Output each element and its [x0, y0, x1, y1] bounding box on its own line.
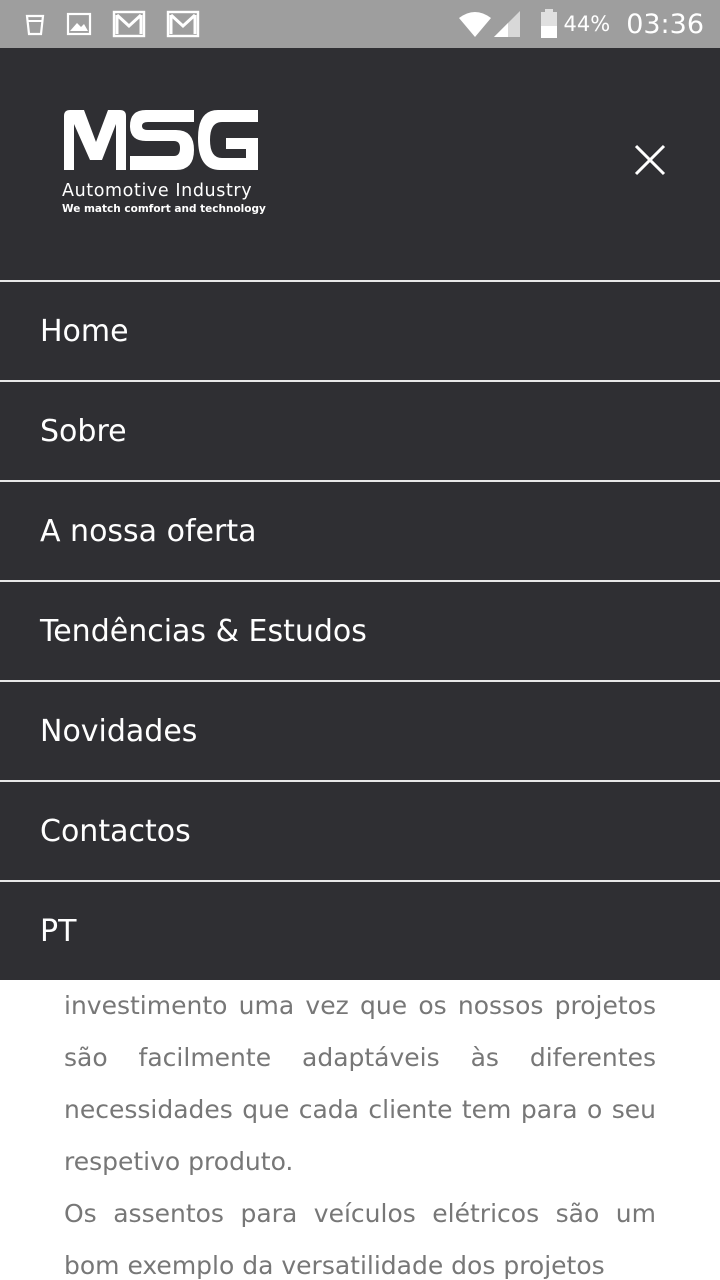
- menu-item-tendencias[interactable]: Tendências & Estudos: [0, 580, 720, 680]
- menu-item-home[interactable]: Home: [0, 280, 720, 380]
- menu-item-oferta[interactable]: A nossa oferta: [0, 480, 720, 580]
- cup-icon: [24, 12, 46, 36]
- menu-item-language[interactable]: PT: [0, 880, 720, 980]
- status-bar: 44% 03:36: [0, 0, 720, 48]
- notification-icons: [0, 10, 200, 38]
- menu-list: Home Sobre A nossa oferta Tendências & E…: [0, 280, 720, 980]
- close-icon: [634, 144, 666, 176]
- signal-icon: [492, 10, 522, 38]
- menu-item-sobre[interactable]: Sobre: [0, 380, 720, 480]
- image-icon: [66, 12, 92, 36]
- battery-percent: 44%: [563, 12, 611, 36]
- msg-logo-mark: [64, 110, 258, 170]
- clock: 03:36: [626, 8, 704, 40]
- wifi-icon: [458, 10, 492, 38]
- page-content: investimento uma vez que os nossos proje…: [64, 980, 656, 1280]
- gmail-icon: [112, 10, 146, 38]
- system-status: 44% 03:36: [458, 9, 720, 40]
- menu-item-contactos[interactable]: Contactos: [0, 780, 720, 880]
- battery-icon: [540, 9, 558, 39]
- gmail-icon: [166, 10, 200, 38]
- content-paragraph: Os assentos para veículos elétricos são …: [64, 1199, 656, 1280]
- close-menu-button[interactable]: [628, 138, 672, 182]
- logo-subtitle: Automotive Industry: [62, 181, 253, 201]
- logo-tagline: We match comfort and technology: [62, 203, 266, 215]
- navigation-menu: Automotive Industry We match comfort and…: [0, 48, 720, 980]
- menu-header: Automotive Industry We match comfort and…: [0, 48, 720, 280]
- menu-item-novidades[interactable]: Novidades: [0, 680, 720, 780]
- content-paragraph: investimento uma vez que os nossos proje…: [64, 991, 656, 1176]
- logo[interactable]: Automotive Industry We match comfort and…: [62, 108, 266, 218]
